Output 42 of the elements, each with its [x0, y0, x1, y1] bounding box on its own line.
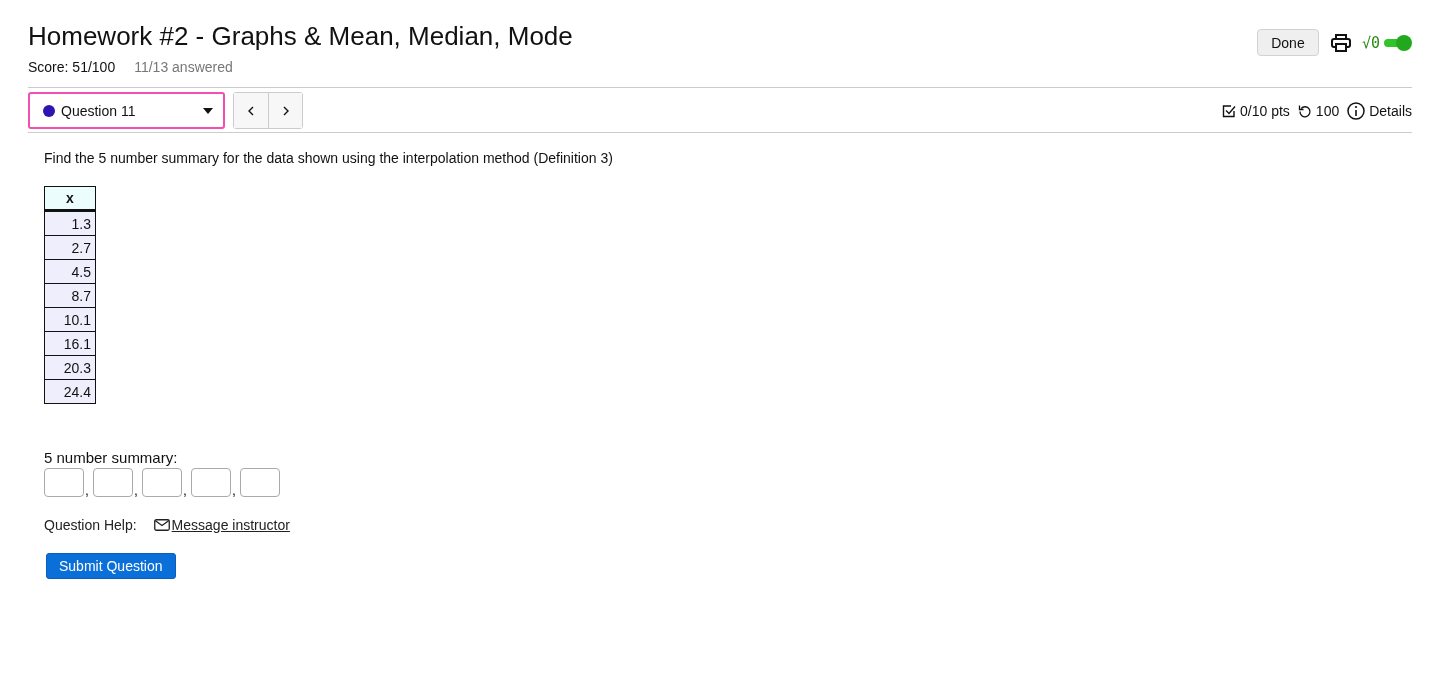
comma-separator: , [84, 483, 90, 497]
answer-box[interactable] [142, 468, 182, 497]
column-header: x [44, 186, 96, 211]
comma-separator: , [133, 483, 139, 497]
caret-icon [203, 107, 213, 114]
chevron-right-icon [282, 105, 289, 116]
comma-separator: , [182, 483, 188, 497]
answer-label: 5 number summary: [44, 449, 179, 466]
table-cell: 1.3 [44, 210, 96, 236]
answer-box[interactable] [93, 468, 133, 497]
table-cell: 16.1 [44, 331, 96, 356]
table-cell: 20.3 [44, 355, 96, 380]
message-instructor-link[interactable]: Message instructor [171, 517, 290, 533]
toggle-switch[interactable] [1382, 34, 1412, 51]
answer-box[interactable] [240, 468, 280, 497]
table-cell: 4.5 [44, 259, 96, 284]
table-cell: 10.1 [44, 307, 96, 332]
table-cell: 2.7 [44, 235, 96, 260]
answered-count: 11/13 answered [134, 59, 233, 75]
chevron-left-icon [248, 105, 254, 116]
points-text: 0/10 pts [1240, 102, 1290, 119]
answer-box[interactable] [44, 468, 84, 497]
details-link[interactable]: Details [1369, 102, 1412, 119]
score-text: Score: 51/100 [28, 59, 116, 75]
retry-icon [1297, 103, 1312, 118]
math-toggle-label: √0 [1361, 33, 1380, 52]
attempts-text: 100 [1315, 102, 1340, 119]
table-cell: 24.4 [44, 379, 96, 404]
table-cell: 8.7 [44, 283, 96, 308]
answer-box[interactable] [191, 468, 231, 497]
comma-separator: , [231, 483, 237, 497]
checkbox-tick-icon [1222, 103, 1236, 118]
help-label: Question Help: [44, 517, 137, 533]
info-icon[interactable] [1347, 101, 1366, 120]
print-icon[interactable] [1330, 33, 1351, 52]
next-button[interactable] [268, 93, 302, 128]
envelope-icon [153, 519, 170, 531]
question-prompt: Find the 5 number summary for the data shown using the interpolation method (Definition 3) [44, 150, 614, 166]
done-button[interactable]: Done [1256, 29, 1319, 56]
page-title: Homework #2 - Graphs & Mean, Median, Mode [28, 20, 573, 52]
submit-button[interactable]: Submit Question [46, 553, 176, 579]
question-dropdown[interactable]: Question 11 [28, 92, 225, 129]
